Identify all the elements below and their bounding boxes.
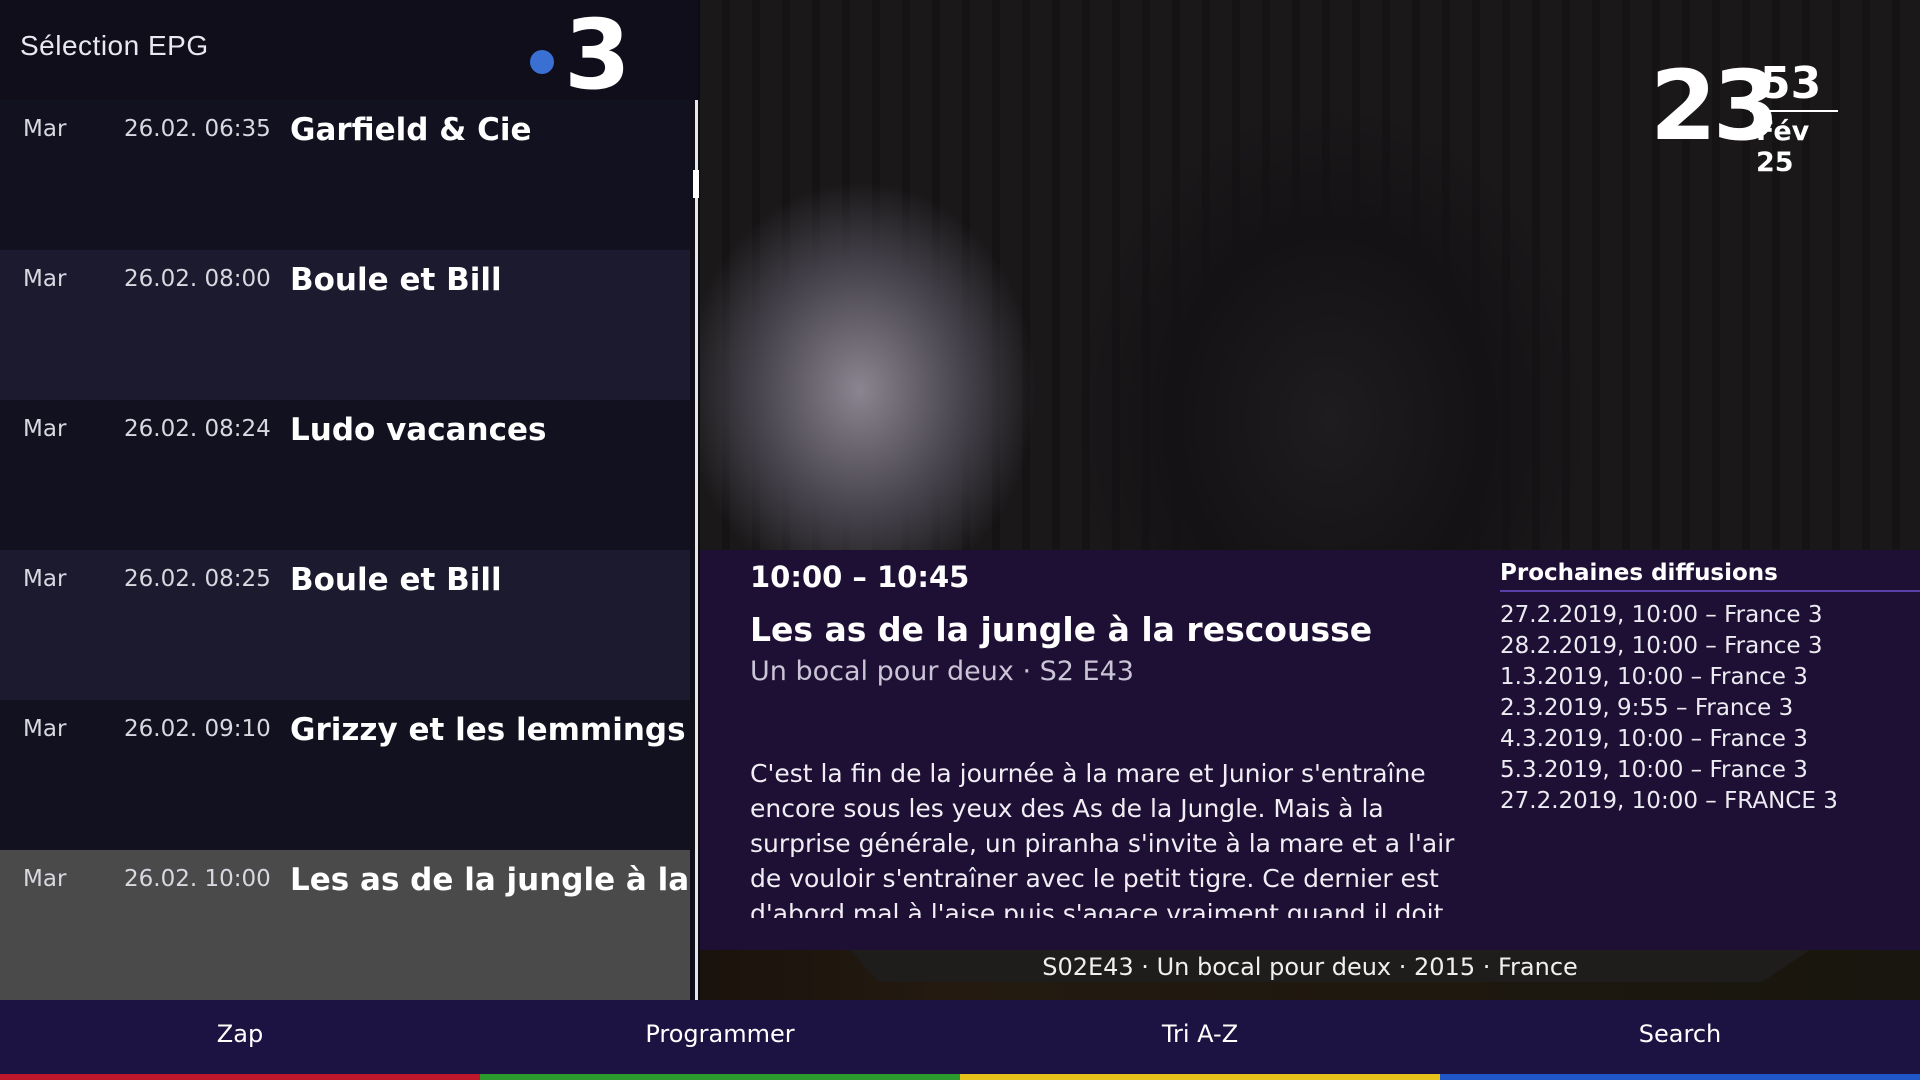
green-key-indicator <box>480 1074 960 1080</box>
page-title: Sélection EPG <box>20 30 209 61</box>
epg-title: Garfield & Cie <box>290 112 532 148</box>
blue-key-indicator <box>1440 1074 1920 1080</box>
epg-title: Ludo vacances <box>290 412 547 448</box>
scrollbar-thumb[interactable] <box>693 170 699 198</box>
upcoming-item: 1.3.2019, 10:00 – France 3 <box>1500 664 1808 690</box>
upcoming-item: 2.3.2019, 9:55 – France 3 <box>1500 695 1794 721</box>
epg-day: Mar <box>23 416 67 442</box>
epg-date: 26.02. 06:35 <box>124 116 271 142</box>
upcoming-item: 27.2.2019, 10:00 – France 3 <box>1500 602 1823 628</box>
upcoming-list: 27.2.2019, 10:00 – France 3 28.2.2019, 1… <box>1500 600 1920 817</box>
search-button[interactable]: Search <box>1440 1000 1920 1080</box>
program-episode: Un bocal pour deux · S2 E43 <box>750 656 1134 687</box>
zap-button[interactable]: Zap <box>0 1000 480 1080</box>
action-bar: Zap Programmer Tri A-Z Search <box>0 1000 1920 1080</box>
epg-day: Mar <box>23 266 67 292</box>
upcoming-item: 27.2.2019, 10:00 – FRANCE 3 <box>1500 788 1838 814</box>
program-title: Les as de la jungle à la rescousse <box>750 610 1373 649</box>
program-details: 10:00 – 10:45 Les as de la jungle à la r… <box>700 550 1920 950</box>
program-synopsis: C'est la fin de la journée à la mare et … <box>750 759 1455 918</box>
epg-list: Mar 26.02. 06:35 Garfield & Cie Mar 26.0… <box>0 100 874 1000</box>
epg-row[interactable]: Mar 26.02. 06:35 Garfield & Cie <box>0 100 690 250</box>
epg-panel: Sélection EPG 3 Mar 26.02. 06:35 Garfiel… <box>0 0 874 1000</box>
france3-logo: 3 <box>530 6 631 96</box>
upcoming-title: Prochaines diffusions <box>1500 560 1920 592</box>
sort-az-label: Tri A-Z <box>1161 1020 1239 1048</box>
yellow-key-indicator <box>960 1074 1440 1080</box>
svg-text:3: 3 <box>564 6 631 96</box>
epg-row-selected[interactable]: Mar 26.02. 10:00 Les as de la jungle à l… <box>0 850 874 1000</box>
programmer-label: Programmer <box>645 1020 795 1048</box>
epg-day: Mar <box>23 866 67 892</box>
clock: 23 53 Fév 25 <box>1650 50 1840 178</box>
clock-minute: 53 <box>1760 58 1822 109</box>
epg-row[interactable]: Mar 26.02. 09:10 Grizzy et les lemmings <box>0 700 690 850</box>
upcoming-item: 28.2.2019, 10:00 – France 3 <box>1500 633 1823 659</box>
sort-az-button[interactable]: Tri A-Z <box>960 1000 1440 1080</box>
upcoming-broadcasts: Prochaines diffusions 27.2.2019, 10:00 –… <box>1500 560 1920 817</box>
epg-row[interactable]: Mar 26.02. 08:00 Boule et Bill <box>0 250 690 400</box>
logo-dot <box>530 50 554 74</box>
episode-meta: S02E43 · Un bocal pour deux · 2015 · Fra… <box>1042 953 1578 981</box>
search-label: Search <box>1638 1020 1722 1048</box>
clock-divider <box>1750 110 1838 112</box>
upcoming-item: 4.3.2019, 10:00 – France 3 <box>1500 726 1808 752</box>
epg-title: Grizzy et les lemmings <box>290 712 686 748</box>
epg-date: 26.02. 08:25 <box>124 566 271 592</box>
red-key-indicator <box>0 1074 480 1080</box>
epg-day: Mar <box>23 116 67 142</box>
epg-row[interactable]: Mar 26.02. 08:25 Boule et Bill <box>0 550 690 700</box>
epg-row[interactable]: Mar 26.02. 08:24 Ludo vacances <box>0 400 690 550</box>
zap-label: Zap <box>216 1020 264 1048</box>
epg-date: 26.02. 10:00 <box>124 866 271 892</box>
upcoming-item: 5.3.2019, 10:00 – France 3 <box>1500 757 1808 783</box>
epg-day: Mar <box>23 566 67 592</box>
epg-date: 26.02. 08:00 <box>124 266 271 292</box>
meta-strip: S02E43 · Un bocal pour deux · 2015 · Fra… <box>700 950 1920 1000</box>
epg-title: Boule et Bill <box>290 262 502 298</box>
epg-date: 26.02. 08:24 <box>124 416 271 442</box>
epg-title: Boule et Bill <box>290 562 502 598</box>
scrollbar-track[interactable] <box>695 100 698 1000</box>
epg-day: Mar <box>23 716 67 742</box>
epg-date: 26.02. 09:10 <box>124 716 271 742</box>
clock-date: Fév 25 <box>1756 116 1810 178</box>
program-time-range: 10:00 – 10:45 <box>750 560 970 594</box>
programmer-button[interactable]: Programmer <box>480 1000 960 1080</box>
